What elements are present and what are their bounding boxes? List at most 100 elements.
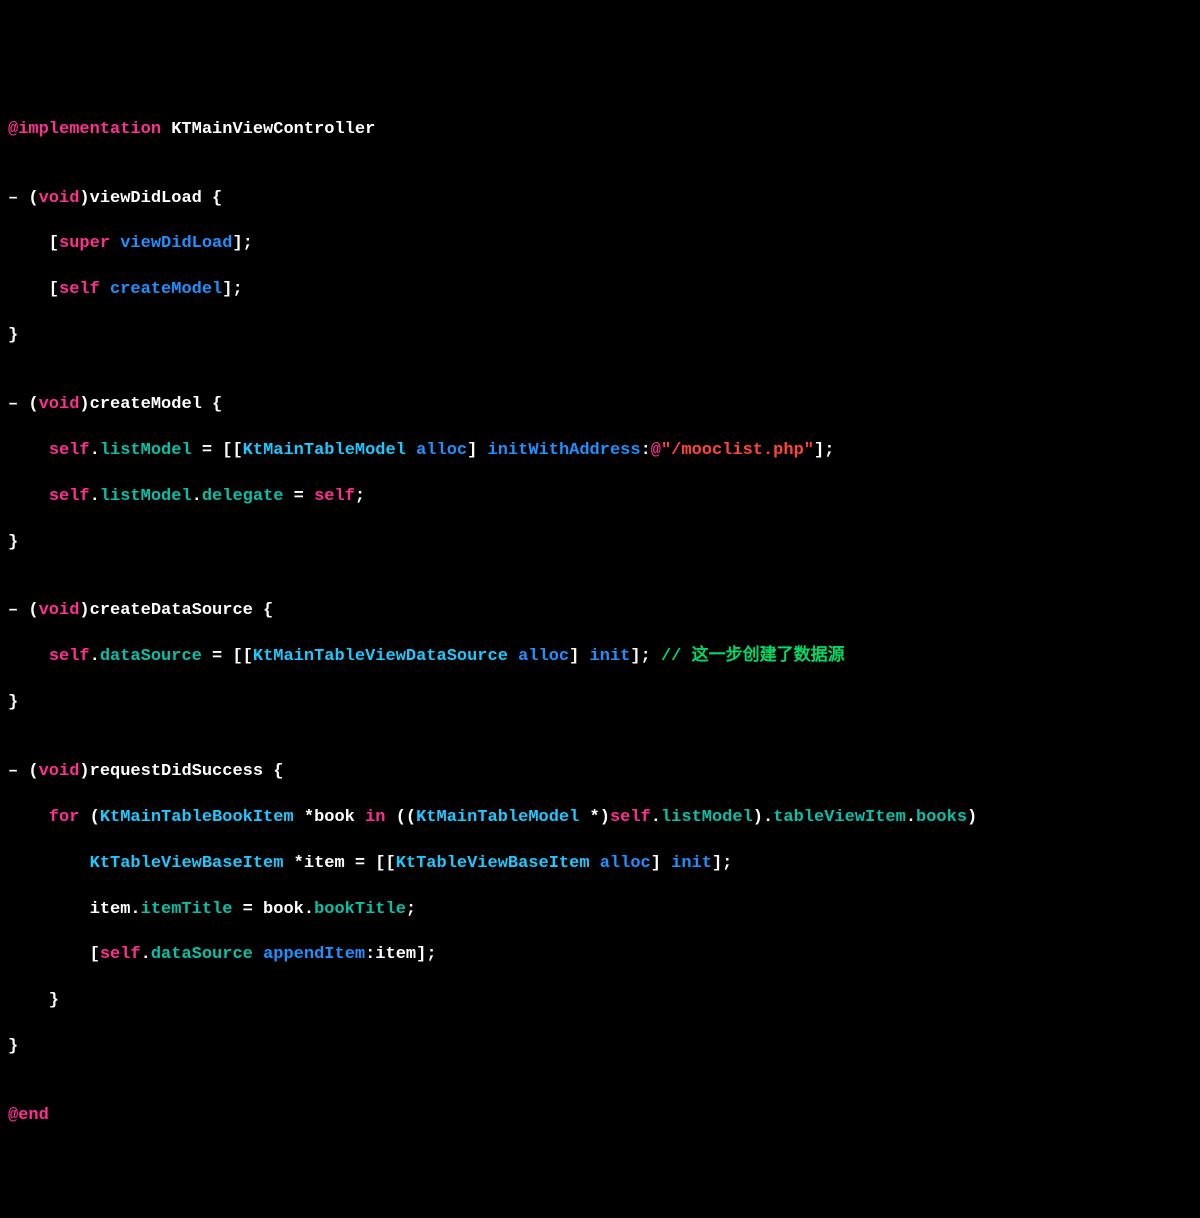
code-editor[interactable]: @implementation KTMainViewController – (… bbox=[8, 96, 1192, 1151]
method-dash: – bbox=[8, 189, 28, 208]
selector-alloc: alloc bbox=[416, 441, 467, 460]
indent bbox=[8, 808, 49, 827]
dot: . bbox=[90, 487, 100, 506]
bracket: ] bbox=[651, 854, 671, 873]
property: books bbox=[916, 808, 967, 827]
code-line: } bbox=[8, 532, 1192, 555]
punct: ; bbox=[355, 487, 365, 506]
method-dash: – bbox=[8, 762, 28, 781]
indent-bracket: [ bbox=[8, 280, 59, 299]
indent bbox=[8, 854, 90, 873]
colon: : bbox=[641, 441, 651, 460]
paren: ) bbox=[79, 189, 89, 208]
return-type: void bbox=[39, 395, 80, 414]
keyword-implementation: @implementation bbox=[8, 120, 161, 139]
return-type: void bbox=[39, 601, 80, 620]
punct: ]; bbox=[712, 854, 732, 873]
brace: { bbox=[253, 601, 273, 620]
code-line: self.listModel.delegate = self; bbox=[8, 486, 1192, 509]
code-line: self.listModel = [[KtMainTableModel allo… bbox=[8, 440, 1192, 463]
brace: { bbox=[263, 762, 283, 781]
indent-bracket: [ bbox=[8, 945, 100, 964]
code-line: – (void)requestDidSuccess { bbox=[8, 761, 1192, 784]
paren: ) bbox=[79, 601, 89, 620]
paren: ( bbox=[79, 808, 99, 827]
paren: ( bbox=[28, 601, 38, 620]
method-name: viewDidLoad bbox=[90, 189, 202, 208]
keyword-end: @end bbox=[8, 1106, 49, 1125]
code-line: KtTableViewBaseItem *item = [[KtTableVie… bbox=[8, 853, 1192, 876]
code-line: @end bbox=[8, 1105, 1192, 1128]
method-name: requestDidSuccess bbox=[90, 762, 263, 781]
paren: ). bbox=[753, 808, 773, 827]
code-line: [super viewDidLoad]; bbox=[8, 233, 1192, 256]
keyword-self: self bbox=[610, 808, 651, 827]
dot: . bbox=[906, 808, 916, 827]
cast: *) bbox=[579, 808, 610, 827]
selector: createModel bbox=[110, 280, 222, 299]
punct: ]; bbox=[814, 441, 834, 460]
space bbox=[253, 945, 263, 964]
property: itemTitle bbox=[141, 900, 233, 919]
selector-alloc: alloc bbox=[600, 854, 651, 873]
space bbox=[100, 280, 110, 299]
code-line: } bbox=[8, 325, 1192, 348]
var: *book bbox=[294, 808, 365, 827]
comment: // 这一步创建了数据源 bbox=[661, 647, 845, 666]
keyword-self: self bbox=[59, 280, 100, 299]
paren: ( bbox=[28, 189, 38, 208]
brace: } bbox=[8, 693, 18, 712]
code-line: } bbox=[8, 1036, 1192, 1059]
code-line: – (void)viewDidLoad { bbox=[8, 188, 1192, 211]
selector: viewDidLoad bbox=[120, 234, 232, 253]
indent-bracket: [ bbox=[8, 234, 59, 253]
paren: ( bbox=[28, 762, 38, 781]
dot: . bbox=[90, 441, 100, 460]
assign: = bbox=[283, 487, 314, 506]
brace: } bbox=[8, 326, 18, 345]
paren: ) bbox=[79, 395, 89, 414]
keyword-for: for bbox=[49, 808, 80, 827]
indent: item. bbox=[8, 900, 141, 919]
selector-init: init bbox=[671, 854, 712, 873]
space bbox=[110, 234, 120, 253]
paren: (( bbox=[386, 808, 417, 827]
assign: = [[ bbox=[192, 441, 243, 460]
method-name: createModel bbox=[90, 395, 202, 414]
method-dash: – bbox=[8, 601, 28, 620]
punct: ]; bbox=[222, 280, 242, 299]
bracket: ] bbox=[569, 647, 589, 666]
type: KtMainTableModel bbox=[243, 441, 406, 460]
keyword-self: self bbox=[49, 441, 90, 460]
selector: appendItem bbox=[263, 945, 365, 964]
keyword-self: self bbox=[49, 647, 90, 666]
brace: } bbox=[8, 1037, 18, 1056]
return-type: void bbox=[39, 762, 80, 781]
property: dataSource bbox=[151, 945, 253, 964]
code-line: } bbox=[8, 692, 1192, 715]
selector-alloc: alloc bbox=[518, 647, 569, 666]
code-line: [self.dataSource appendItem:item]; bbox=[8, 944, 1192, 967]
assign: = [[ bbox=[202, 647, 253, 666]
property: tableViewItem bbox=[773, 808, 906, 827]
brace: { bbox=[202, 395, 222, 414]
assign: = book. bbox=[232, 900, 314, 919]
keyword-self: self bbox=[100, 945, 141, 964]
brace: } bbox=[8, 533, 18, 552]
code-line: @implementation KTMainViewController bbox=[8, 119, 1192, 142]
indent bbox=[8, 647, 49, 666]
punct: :item]; bbox=[365, 945, 436, 964]
brace: } bbox=[8, 991, 59, 1010]
dot: . bbox=[141, 945, 151, 964]
paren: ) bbox=[79, 762, 89, 781]
indent bbox=[8, 487, 49, 506]
at-sign: @ bbox=[651, 441, 661, 460]
string-literal: "/mooclist.php" bbox=[661, 441, 814, 460]
space bbox=[508, 647, 518, 666]
punct: ]; bbox=[630, 647, 661, 666]
code-line: self.dataSource = [[KtMainTableViewDataS… bbox=[8, 646, 1192, 669]
code-line: – (void)createDataSource { bbox=[8, 600, 1192, 623]
selector-init: init bbox=[590, 647, 631, 666]
punct: ]; bbox=[232, 234, 252, 253]
paren: ( bbox=[28, 395, 38, 414]
